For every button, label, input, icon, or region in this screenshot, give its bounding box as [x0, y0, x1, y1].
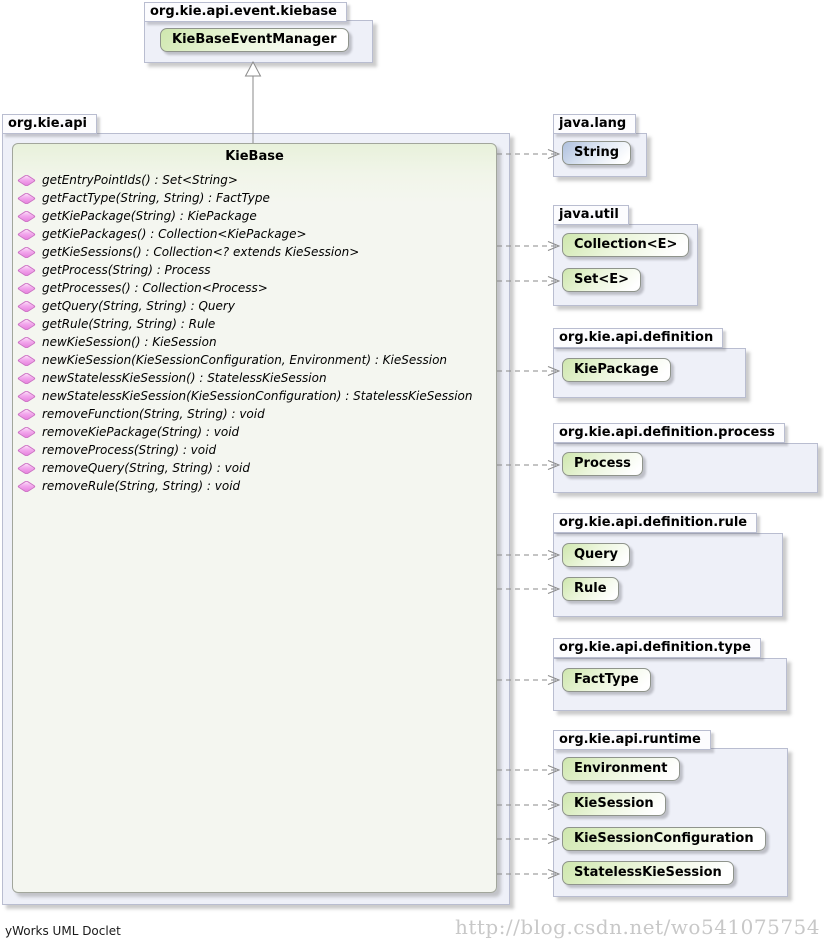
class-button-kiesession[interactable]: KieSession — [562, 792, 666, 816]
method-icon — [17, 210, 36, 222]
method-icon — [17, 192, 36, 204]
class-title: KieBase — [13, 144, 496, 164]
method-row[interactable]: newKieSession(KieSessionConfiguration, E… — [13, 351, 496, 369]
package-java-util: java.util Collection<E> Set<E> — [553, 205, 698, 305]
method-icon — [17, 246, 36, 258]
method-row[interactable]: getEntryPointIds() : Set<String> — [13, 171, 496, 189]
method-icon — [17, 372, 36, 384]
method-signature: newKieSession(KieSessionConfiguration, E… — [42, 353, 447, 367]
method-row[interactable]: getKiePackages() : Collection<KiePackage… — [13, 225, 496, 243]
method-signature: getKieSessions() : Collection<? extends … — [42, 245, 359, 259]
method-icon — [17, 462, 36, 474]
method-signature: getRule(String, String) : Rule — [42, 317, 215, 331]
method-signature: getKiePackage(String) : KiePackage — [42, 209, 257, 223]
method-icon — [17, 174, 36, 186]
class-button-collection[interactable]: Collection<E> — [562, 233, 689, 257]
package-tab[interactable]: org.kie.api — [2, 114, 97, 134]
watermark-url: http://blog.csdn.net/wo541075754 — [455, 915, 820, 939]
package-tab[interactable]: org.kie.api.definition.rule — [553, 513, 757, 533]
package-java-lang: java.lang String — [553, 114, 647, 180]
package-org-kie-api-runtime: org.kie.api.runtime Environment KieSessi… — [553, 730, 788, 900]
package-org-kie-api-definition: org.kie.api.definition KiePackage — [553, 328, 746, 398]
method-row[interactable]: newStatelessKieSession(KieSessionConfigu… — [13, 387, 496, 405]
class-button-process[interactable]: Process — [562, 452, 643, 476]
package-tab[interactable]: org.kie.api.definition.process — [553, 423, 785, 443]
method-list: getEntryPointIds() : Set<String> getFact… — [13, 171, 496, 495]
method-signature: removeQuery(String, String) : void — [42, 461, 250, 475]
method-signature: newStatelessKieSession(KieSessionConfigu… — [42, 389, 473, 403]
class-button-kiesessionconfiguration[interactable]: KieSessionConfiguration — [562, 827, 766, 851]
method-row[interactable]: removeProcess(String) : void — [13, 441, 496, 459]
method-row[interactable]: removeKiePackage(String) : void — [13, 423, 496, 441]
method-signature: getEntryPointIds() : Set<String> — [42, 173, 238, 187]
class-box-kiebase: KieBase getEntryPointIds() : Set<String>… — [12, 143, 497, 893]
method-icon — [17, 228, 36, 240]
class-button-string[interactable]: String — [562, 141, 631, 165]
method-row[interactable]: getQuery(String, String) : Query — [13, 297, 496, 315]
package-tab[interactable]: java.util — [553, 205, 629, 225]
method-icon — [17, 354, 36, 366]
method-signature: getKiePackages() : Collection<KiePackage… — [42, 227, 307, 241]
method-row[interactable]: removeRule(String, String) : void — [13, 477, 496, 495]
class-button-kiepackage[interactable]: KiePackage — [562, 358, 671, 382]
method-signature: getProcesses() : Collection<Process> — [42, 281, 268, 295]
method-signature: removeRule(String, String) : void — [42, 479, 240, 493]
package-org-kie-api-definition-rule: org.kie.api.definition.rule Query Rule — [553, 513, 783, 617]
method-signature: newKieSession() : KieSession — [42, 335, 217, 349]
class-button-set[interactable]: Set<E> — [562, 268, 641, 292]
method-row[interactable]: newKieSession() : KieSession — [13, 333, 496, 351]
method-icon — [17, 282, 36, 294]
method-icon — [17, 408, 36, 420]
package-tab[interactable]: java.lang — [553, 114, 636, 134]
method-icon — [17, 390, 36, 402]
package-tab[interactable]: org.kie.api.definition.type — [553, 638, 761, 658]
method-icon — [17, 480, 36, 492]
package-tab[interactable]: org.kie.api.definition — [553, 328, 723, 348]
method-row[interactable]: getRule(String, String) : Rule — [13, 315, 496, 333]
package-org-kie-api: org.kie.api KieBase getEntryPointIds() :… — [2, 114, 510, 904]
method-signature: getProcess(String) : Process — [42, 263, 211, 277]
method-row[interactable]: removeFunction(String, String) : void — [13, 405, 496, 423]
method-icon — [17, 444, 36, 456]
method-icon — [17, 336, 36, 348]
class-button-facttype[interactable]: FactType — [562, 668, 651, 692]
method-signature: removeFunction(String, String) : void — [42, 407, 265, 421]
package-tab[interactable]: org.kie.api.event.kiebase — [144, 2, 347, 22]
method-row[interactable]: getProcesses() : Collection<Process> — [13, 279, 496, 297]
method-signature: getQuery(String, String) : Query — [42, 299, 235, 313]
method-row[interactable]: getFactType(String, String) : FactType — [13, 189, 496, 207]
package-org-kie-api-definition-type: org.kie.api.definition.type FactType — [553, 638, 787, 712]
method-row[interactable]: getProcess(String) : Process — [13, 261, 496, 279]
class-button-statelesskiesession[interactable]: StatelessKieSession — [562, 861, 734, 885]
class-button-environment[interactable]: Environment — [562, 757, 680, 781]
method-row[interactable]: getKieSessions() : Collection<? extends … — [13, 243, 496, 261]
class-button-rule[interactable]: Rule — [562, 577, 619, 601]
method-icon — [17, 426, 36, 438]
package-org-kie-api-event-kiebase: org.kie.api.event.kiebase KieBaseEventMa… — [144, 2, 373, 68]
package-org-kie-api-definition-process: org.kie.api.definition.process Process — [553, 423, 818, 493]
method-row[interactable]: removeQuery(String, String) : void — [13, 459, 496, 477]
package-tab[interactable]: org.kie.api.runtime — [553, 730, 711, 750]
class-button-query[interactable]: Query — [562, 543, 630, 567]
method-icon — [17, 300, 36, 312]
method-icon — [17, 318, 36, 330]
class-button-kiebaseeventmanager[interactable]: KieBaseEventManager — [160, 28, 349, 52]
method-signature: removeKiePackage(String) : void — [42, 425, 239, 439]
method-row[interactable]: getKiePackage(String) : KiePackage — [13, 207, 496, 225]
method-row[interactable]: newStatelessKieSession() : StatelessKieS… — [13, 369, 496, 387]
method-signature: newStatelessKieSession() : StatelessKieS… — [42, 371, 327, 385]
method-icon — [17, 264, 36, 276]
generator-label: yWorks UML Doclet — [5, 924, 121, 938]
method-signature: getFactType(String, String) : FactType — [42, 191, 270, 205]
method-signature: removeProcess(String) : void — [42, 443, 216, 457]
